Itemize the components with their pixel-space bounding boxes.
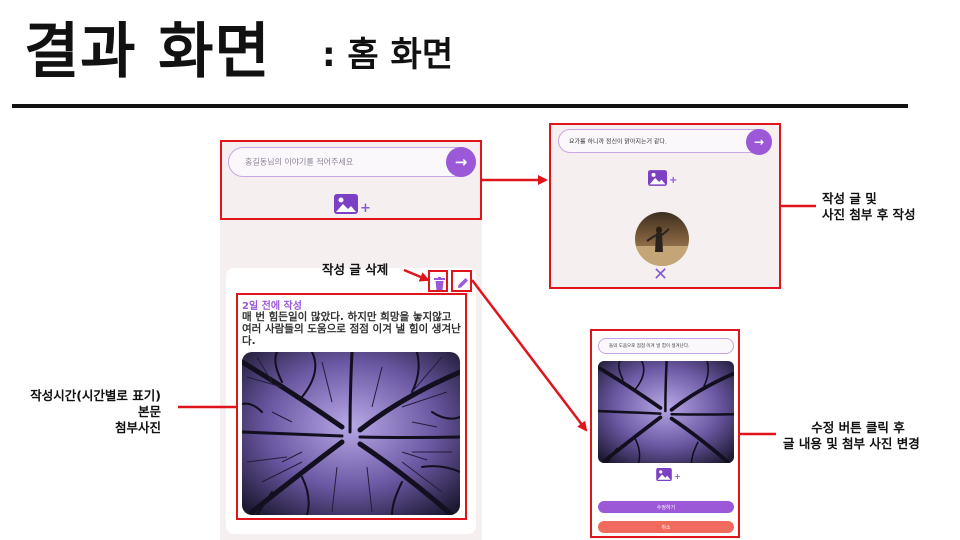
annotation-compose-line-2: 사진 첨부 후 작성 [822, 207, 916, 222]
annotation-meta: 작성시간(시간별로 표기) 본문 첨부사진 [6, 388, 161, 436]
annotation-compose-line-1: 작성 글 및 [822, 191, 877, 206]
annotation-edit: 수정 버튼 클릭 후 글 내용 및 첨부 사진 변경 [783, 420, 933, 452]
annotation-delete: 작성 글 삭제 [322, 262, 389, 277]
delete-arrow [403, 268, 430, 282]
annotation-edit-line-1: 수정 버튼 클릭 후 [811, 420, 905, 435]
edit-arrow [471, 279, 588, 432]
annotation-meta-line-2: 본문 [137, 404, 161, 419]
slide: 결과 화면 : 홈 화면 홍길동님의 이야기를 적어주세요 → + 2일 전에 … [0, 0, 960, 540]
annotation-meta-line-1: 작성시간(시간별로 표기) [30, 388, 161, 403]
annotation-compose: 작성 글 및 사진 첨부 후 작성 [822, 191, 916, 223]
connector-arrows [178, 175, 816, 436]
annotation-edit-line-2: 글 내용 및 첨부 사진 변경 [783, 436, 920, 451]
annotation-meta-line-3: 첨부사진 [114, 420, 161, 435]
